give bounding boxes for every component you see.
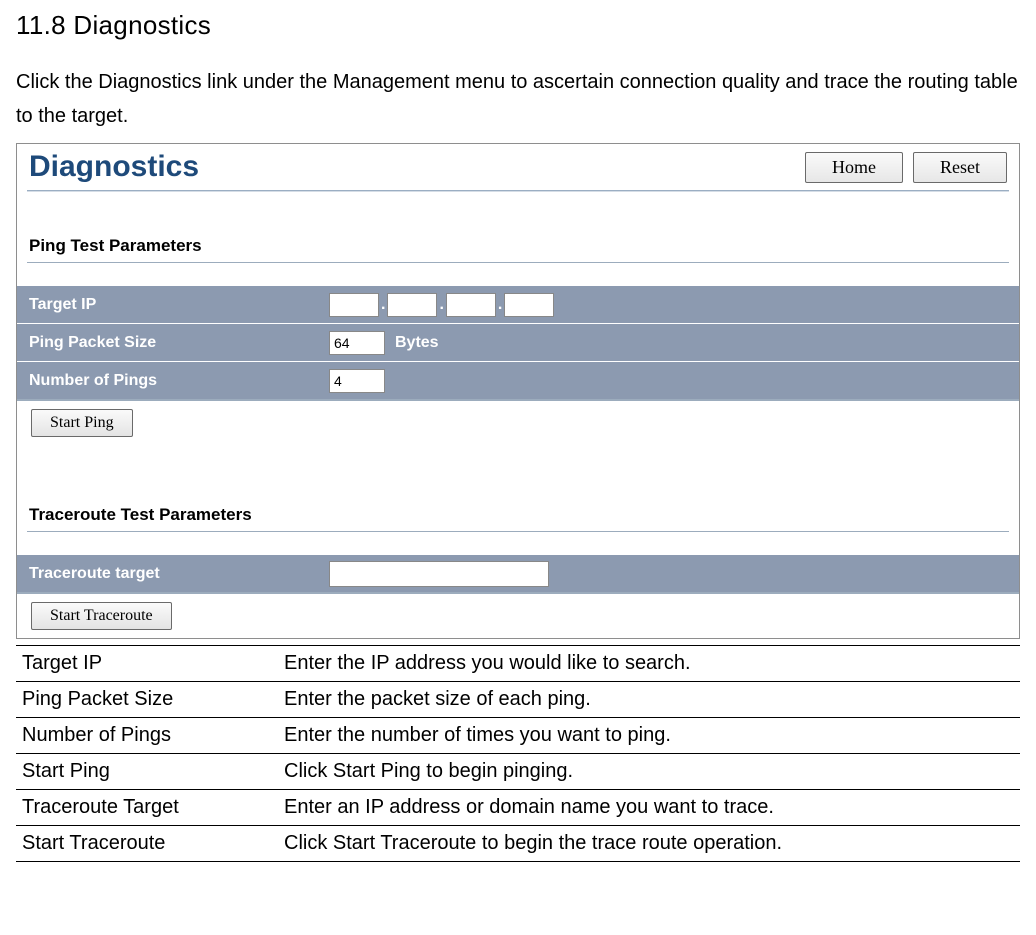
ping-section-label: Ping Test Parameters <box>17 218 1019 262</box>
desc-text: Enter the packet size of each ping. <box>278 682 1020 718</box>
table-row: Ping Packet Size Enter the packet size o… <box>16 682 1020 718</box>
traceroute-section-label: Traceroute Test Parameters <box>17 487 1019 531</box>
start-ping-button[interactable]: Start Ping <box>31 409 133 437</box>
desc-term: Start Ping <box>16 754 278 790</box>
target-ip-row: Target IP . . . <box>17 285 1019 323</box>
panel-title: Diagnostics <box>29 150 199 184</box>
target-ip-label: Target IP <box>17 288 329 322</box>
intro-text: Click the Diagnostics link under the Man… <box>16 65 1020 133</box>
row-bottom-bar <box>17 399 1019 401</box>
reset-button[interactable]: Reset <box>913 152 1007 183</box>
ping-packet-size-label: Ping Packet Size <box>17 326 329 360</box>
num-pings-input[interactable] <box>329 369 385 393</box>
ping-packet-size-row: Ping Packet Size Bytes <box>17 323 1019 361</box>
desc-term: Traceroute Target <box>16 790 278 826</box>
section-heading: 11.8 Diagnostics <box>16 10 1020 41</box>
traceroute-target-input[interactable] <box>329 561 549 587</box>
target-ip-octet-4[interactable] <box>504 293 554 317</box>
target-ip-octet-3[interactable] <box>446 293 496 317</box>
desc-text: Click Start Ping to begin pinging. <box>278 754 1020 790</box>
ping-packet-size-input[interactable] <box>329 331 385 355</box>
desc-term: Target IP <box>16 646 278 682</box>
row-bottom-bar <box>17 592 1019 594</box>
traceroute-target-controls <box>329 557 549 591</box>
table-row: Number of Pings Enter the number of time… <box>16 718 1020 754</box>
num-pings-label: Number of Pings <box>17 364 329 398</box>
num-pings-row: Number of Pings <box>17 361 1019 399</box>
desc-term: Number of Pings <box>16 718 278 754</box>
desc-text: Click Start Traceroute to begin the trac… <box>278 826 1020 862</box>
descriptions-table: Target IP Enter the IP address you would… <box>16 645 1020 862</box>
target-ip-octet-2[interactable] <box>387 293 437 317</box>
traceroute-target-row: Traceroute target <box>17 554 1019 592</box>
desc-term: Start Traceroute <box>16 826 278 862</box>
home-button[interactable]: Home <box>805 152 903 183</box>
desc-text: Enter the IP address you would like to s… <box>278 646 1020 682</box>
desc-text: Enter an IP address or domain name you w… <box>278 790 1020 826</box>
start-traceroute-button[interactable]: Start Traceroute <box>31 602 172 630</box>
desc-text: Enter the number of times you want to pi… <box>278 718 1020 754</box>
table-row: Start Ping Click Start Ping to begin pin… <box>16 754 1020 790</box>
ip-dot: . <box>498 296 502 314</box>
target-ip-controls: . . . <box>329 289 554 321</box>
table-row: Target IP Enter the IP address you would… <box>16 646 1020 682</box>
panel-nav-buttons: Home Reset <box>805 152 1007 183</box>
ping-packet-size-unit: Bytes <box>387 334 439 352</box>
target-ip-octet-1[interactable] <box>329 293 379 317</box>
ip-dot: . <box>439 296 443 314</box>
diagnostics-panel: Diagnostics Home Reset Ping Test Paramet… <box>16 143 1020 639</box>
panel-header: Diagnostics Home Reset <box>17 144 1019 188</box>
num-pings-controls <box>329 365 385 397</box>
traceroute-target-label: Traceroute target <box>17 557 329 591</box>
table-row: Start Traceroute Click Start Traceroute … <box>16 826 1020 862</box>
table-row: Traceroute Target Enter an IP address or… <box>16 790 1020 826</box>
ping-packet-size-controls: Bytes <box>329 327 439 359</box>
desc-term: Ping Packet Size <box>16 682 278 718</box>
ip-dot: . <box>381 296 385 314</box>
